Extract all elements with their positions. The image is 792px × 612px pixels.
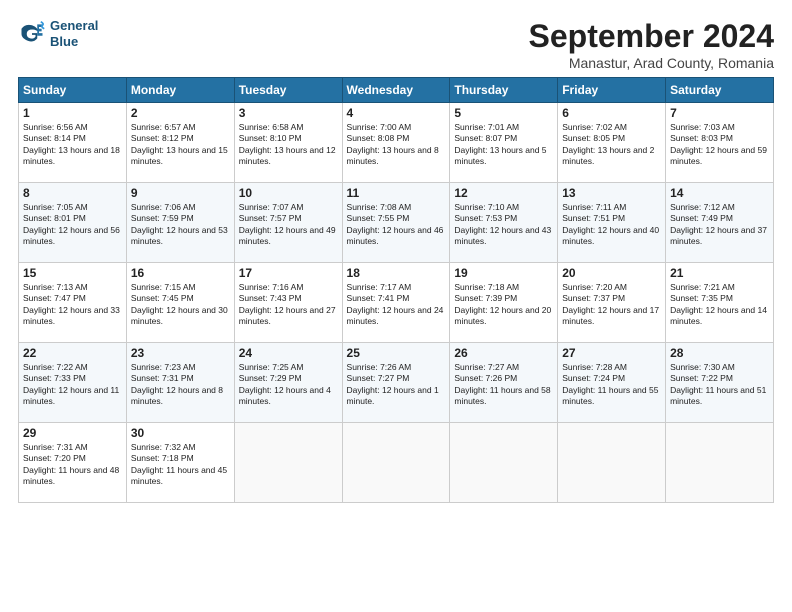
table-row: 21Sunrise: 7:21 AMSunset: 7:35 PMDayligh…	[666, 263, 774, 343]
header: General Blue September 2024 Manastur, Ar…	[18, 18, 774, 71]
table-row: 24Sunrise: 7:25 AMSunset: 7:29 PMDayligh…	[234, 343, 342, 423]
header-saturday: Saturday	[666, 78, 774, 103]
table-row: 7Sunrise: 7:03 AMSunset: 8:03 PMDaylight…	[666, 103, 774, 183]
table-row: 1Sunrise: 6:56 AMSunset: 8:14 PMDaylight…	[19, 103, 127, 183]
table-row: 13Sunrise: 7:11 AMSunset: 7:51 PMDayligh…	[558, 183, 666, 263]
table-row: 20Sunrise: 7:20 AMSunset: 7:37 PMDayligh…	[558, 263, 666, 343]
table-row: 6Sunrise: 7:02 AMSunset: 8:05 PMDaylight…	[558, 103, 666, 183]
title-block: September 2024 Manastur, Arad County, Ro…	[529, 18, 774, 71]
table-row: 25Sunrise: 7:26 AMSunset: 7:27 PMDayligh…	[342, 343, 450, 423]
table-row: 4Sunrise: 7:00 AMSunset: 8:08 PMDaylight…	[342, 103, 450, 183]
table-row: 18Sunrise: 7:17 AMSunset: 7:41 PMDayligh…	[342, 263, 450, 343]
header-thursday: Thursday	[450, 78, 558, 103]
page-container: General Blue September 2024 Manastur, Ar…	[0, 0, 792, 513]
header-friday: Friday	[558, 78, 666, 103]
logo-text: General Blue	[50, 18, 98, 49]
table-row: 26Sunrise: 7:27 AMSunset: 7:26 PMDayligh…	[450, 343, 558, 423]
table-row: 14Sunrise: 7:12 AMSunset: 7:49 PMDayligh…	[666, 183, 774, 263]
table-row: 5Sunrise: 7:01 AMSunset: 8:07 PMDaylight…	[450, 103, 558, 183]
table-row: 15Sunrise: 7:13 AMSunset: 7:47 PMDayligh…	[19, 263, 127, 343]
month-title: September 2024	[529, 18, 774, 55]
location-title: Manastur, Arad County, Romania	[529, 55, 774, 71]
header-monday: Monday	[126, 78, 234, 103]
table-row	[342, 423, 450, 503]
table-row: 22Sunrise: 7:22 AMSunset: 7:33 PMDayligh…	[19, 343, 127, 423]
logo: General Blue	[18, 18, 98, 49]
table-row: 9Sunrise: 7:06 AMSunset: 7:59 PMDaylight…	[126, 183, 234, 263]
logo-icon	[18, 20, 46, 48]
table-row: 12Sunrise: 7:10 AMSunset: 7:53 PMDayligh…	[450, 183, 558, 263]
table-row: 28Sunrise: 7:30 AMSunset: 7:22 PMDayligh…	[666, 343, 774, 423]
table-row	[666, 423, 774, 503]
header-tuesday: Tuesday	[234, 78, 342, 103]
table-row	[558, 423, 666, 503]
table-row: 16Sunrise: 7:15 AMSunset: 7:45 PMDayligh…	[126, 263, 234, 343]
calendar-header: Sunday Monday Tuesday Wednesday Thursday…	[19, 78, 774, 103]
table-row	[234, 423, 342, 503]
header-sunday: Sunday	[19, 78, 127, 103]
table-row: 30Sunrise: 7:32 AMSunset: 7:18 PMDayligh…	[126, 423, 234, 503]
table-row: 11Sunrise: 7:08 AMSunset: 7:55 PMDayligh…	[342, 183, 450, 263]
table-row: 10Sunrise: 7:07 AMSunset: 7:57 PMDayligh…	[234, 183, 342, 263]
table-row	[450, 423, 558, 503]
table-row: 27Sunrise: 7:28 AMSunset: 7:24 PMDayligh…	[558, 343, 666, 423]
table-row: 3Sunrise: 6:58 AMSunset: 8:10 PMDaylight…	[234, 103, 342, 183]
table-row: 2Sunrise: 6:57 AMSunset: 8:12 PMDaylight…	[126, 103, 234, 183]
header-wednesday: Wednesday	[342, 78, 450, 103]
table-row: 19Sunrise: 7:18 AMSunset: 7:39 PMDayligh…	[450, 263, 558, 343]
table-row: 17Sunrise: 7:16 AMSunset: 7:43 PMDayligh…	[234, 263, 342, 343]
table-row: 8Sunrise: 7:05 AMSunset: 8:01 PMDaylight…	[19, 183, 127, 263]
table-row: 23Sunrise: 7:23 AMSunset: 7:31 PMDayligh…	[126, 343, 234, 423]
calendar-body: 1Sunrise: 6:56 AMSunset: 8:14 PMDaylight…	[19, 103, 774, 503]
table-row: 29Sunrise: 7:31 AMSunset: 7:20 PMDayligh…	[19, 423, 127, 503]
calendar-table: Sunday Monday Tuesday Wednesday Thursday…	[18, 77, 774, 503]
